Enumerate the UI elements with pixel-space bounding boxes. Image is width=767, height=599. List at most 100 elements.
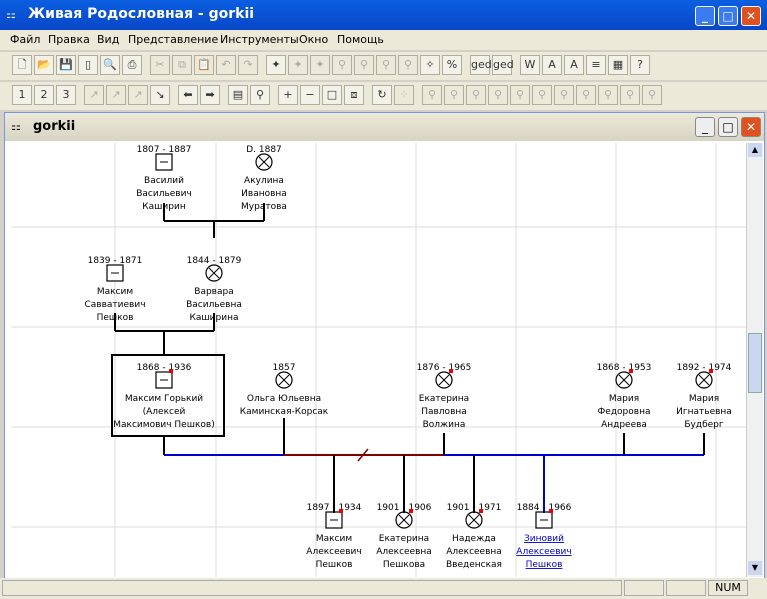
doc-minimize-button[interactable]: _	[695, 117, 715, 137]
zoom-page-icon[interactable]: ⧈	[344, 85, 364, 105]
person-akulina[interactable]: D. 1887АкулинаИвановнаМуратова	[241, 145, 287, 212]
page-icon[interactable]: ▯	[78, 55, 98, 75]
find-icon[interactable]: ⚲	[250, 85, 270, 105]
add-sibling-icon[interactable]: ⚲	[398, 55, 418, 75]
t1-icon[interactable]: ⚲	[422, 85, 442, 105]
add-child-icon[interactable]: ⚲	[376, 55, 396, 75]
t8-icon[interactable]: ⚲	[576, 85, 596, 105]
person-maksim-a[interactable]: 1897 - 1934МаксимАлексеевичПешков	[306, 503, 361, 570]
person-name-line: Варвара	[194, 287, 233, 297]
font-bigger-icon[interactable]: A	[542, 55, 562, 75]
zoom-fit-icon[interactable]: □	[322, 85, 342, 105]
t10-icon[interactable]: ⚲	[620, 85, 640, 105]
add-male-icon[interactable]: ✦	[310, 55, 330, 75]
cut-icon[interactable]: ✂	[150, 55, 170, 75]
t4-icon[interactable]: ⚲	[488, 85, 508, 105]
nav-2-icon[interactable]: ↗	[106, 85, 126, 105]
menu-help[interactable]: Помощь	[337, 33, 384, 46]
person-nadezhda[interactable]: 1901 - 1971НадеждаАлексеевнаВведенская	[446, 503, 502, 570]
status-cell-a	[624, 580, 664, 596]
person-gorky[interactable]: 1868 - 1936Максим Горький(АлексейМаксимо…	[113, 363, 214, 430]
t11-icon[interactable]: ⚲	[642, 85, 662, 105]
scroll-down-icon[interactable]: ▼	[748, 561, 762, 575]
person-ekaterina-v[interactable]: 1876 - 1965ЕкатеринаПавловнаВолжина	[417, 363, 472, 430]
add-female-icon[interactable]: ✦	[288, 55, 308, 75]
person-olga[interactable]: 1857Ольга ЮльевнаКаминская-Корсак	[240, 363, 329, 417]
person-name-line: Надежда	[452, 534, 496, 544]
person-maksim-s[interactable]: 1839 - 1871МаксимСавватиевичПешков	[84, 256, 145, 323]
magic-icon[interactable]: ✧	[420, 55, 440, 75]
photo-marker-icon	[169, 369, 173, 373]
t2-icon[interactable]: ⚲	[444, 85, 464, 105]
person-ekaterina-a[interactable]: 1901 - 1906ЕкатеринаАлексеевнаПешкова	[376, 503, 432, 570]
go-icon[interactable]: ↘	[150, 85, 170, 105]
gen-2-icon[interactable]: 2	[34, 85, 54, 105]
ged-export-icon[interactable]: ged	[470, 55, 492, 75]
t5-icon[interactable]: ⚲	[510, 85, 530, 105]
zoom-in-icon[interactable]: +	[278, 85, 298, 105]
toolbar-main: 🗋 📂 💾 ▯ 🔍 ⎙ ✂ ⧉ 📋 ↶ ↷ ✦ ✦ ✦ ⚲ ⚲ ⚲ ⚲ ✧% ged ged W A A ≡ ▦?	[0, 52, 767, 80]
new-file-icon[interactable]: 🗋	[12, 55, 32, 75]
vertical-scrollbar[interactable]: ▲ ▼	[746, 143, 763, 577]
add-person-icon[interactable]: ✦	[266, 55, 286, 75]
close-button[interactable]: ✕	[741, 6, 761, 26]
gen-3-icon[interactable]: 3	[56, 85, 76, 105]
person-name-line: Пешкова	[383, 560, 425, 570]
scroll-thumb[interactable]	[748, 333, 762, 393]
print-icon[interactable]: ⎙	[122, 55, 142, 75]
tree-canvas[interactable]: 1807 - 1887ВасилийВасильевичКаширин D. 18…	[11, 143, 746, 577]
back-icon[interactable]: ⬅	[178, 85, 198, 105]
format-icon[interactable]: %	[442, 55, 462, 75]
menu-window[interactable]: Окно	[299, 33, 328, 46]
t6-icon[interactable]: ⚲	[532, 85, 552, 105]
menu-edit[interactable]: Правка	[48, 33, 90, 46]
forward-icon[interactable]: ➡	[200, 85, 220, 105]
doc-maximize-button[interactable]: □	[718, 117, 738, 137]
gen-1-icon[interactable]: 1	[12, 85, 32, 105]
t9-icon[interactable]: ⚲	[598, 85, 618, 105]
t7-icon[interactable]: ⚲	[554, 85, 574, 105]
photo-marker-icon	[479, 509, 483, 513]
menu-presentation[interactable]: Представление	[128, 33, 218, 46]
person-name-line: Савватиевич	[84, 300, 145, 310]
person-name-line: Пешков	[526, 560, 563, 570]
zoom-out-icon[interactable]: −	[300, 85, 320, 105]
menu-view[interactable]: Вид	[97, 33, 119, 46]
save-icon[interactable]: 💾	[56, 55, 76, 75]
grid-icon[interactable]: ▦	[608, 55, 628, 75]
layers-icon[interactable]: ≡	[586, 55, 606, 75]
doc-icon[interactable]: ▤	[228, 85, 248, 105]
person-maria-b[interactable]: 1892 - 1974МарияИгнатьевнаБудберг	[676, 363, 732, 430]
menu-file[interactable]: Файл	[10, 33, 40, 46]
help-icon[interactable]: ?	[630, 55, 650, 75]
person-varvara[interactable]: 1844 - 1879ВарвараВасильевнаКаширина	[186, 256, 242, 323]
redo-icon[interactable]: ↷	[238, 55, 258, 75]
add-parents-icon[interactable]: ⚲	[332, 55, 352, 75]
t3-icon[interactable]: ⚲	[466, 85, 486, 105]
person-zinovy[interactable]: 1884 - 1966ЗиновийАлексеевичПешков	[516, 503, 571, 570]
print-preview-icon[interactable]: 🔍	[100, 55, 120, 75]
nav-3-icon[interactable]: ↗	[128, 85, 148, 105]
ged-html-icon[interactable]: ged	[492, 55, 514, 75]
font-smaller-icon[interactable]: A	[564, 55, 584, 75]
person-name-line: Алексеевич	[306, 547, 361, 557]
paste-icon[interactable]: 📋	[194, 55, 214, 75]
person-maria-a[interactable]: 1868 - 1953МарияФедоровнаАндреева	[597, 363, 652, 430]
web-icon[interactable]: W	[520, 55, 540, 75]
person-vasily[interactable]: 1807 - 1887ВасилийВасильевичКаширин	[136, 145, 192, 212]
maximize-button[interactable]: □	[718, 6, 738, 26]
photo-marker-icon	[629, 369, 633, 373]
add-spouse-icon[interactable]: ⚲	[354, 55, 374, 75]
scroll-up-icon[interactable]: ▲	[748, 143, 762, 157]
refresh-icon[interactable]: ↻	[372, 85, 392, 105]
minimize-button[interactable]: _	[695, 6, 715, 26]
copy-icon[interactable]: ⧉	[172, 55, 192, 75]
undo-icon[interactable]: ↶	[216, 55, 236, 75]
person-name-line: Зиновий	[524, 534, 564, 544]
link-icon[interactable]: ⁘	[394, 85, 414, 105]
doc-close-button[interactable]: ✕	[741, 117, 761, 137]
open-folder-icon[interactable]: 📂	[34, 55, 54, 75]
menu-tools[interactable]: Инструменты	[220, 33, 299, 46]
nav-1-icon[interactable]: ↗	[84, 85, 104, 105]
person-name-line: Акулина	[244, 176, 284, 186]
